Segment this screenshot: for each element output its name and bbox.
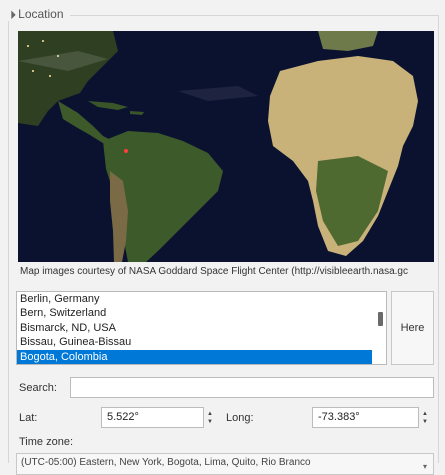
timezone-dropdown[interactable]: (UTC-05:00) Eastern, New York, Bogota, L… (16, 453, 434, 475)
here-button[interactable]: Here (391, 291, 434, 365)
location-list[interactable]: Berlin, Germany Bern, Switzerland Bismar… (16, 291, 387, 365)
lat-spinner[interactable]: ▲ ▼ (204, 407, 216, 428)
search-input[interactable] (70, 377, 434, 398)
location-group-header[interactable]: ◢ Location (6, 7, 70, 21)
location-marker (124, 149, 128, 153)
long-spinner[interactable]: ▲ ▼ (419, 407, 431, 428)
timezone-value: (UTC-05:00) Eastern, New York, Bogota, L… (21, 457, 311, 468)
chevron-down-icon[interactable]: ▾ (423, 458, 427, 474)
world-map[interactable] (18, 31, 434, 262)
spin-down-icon[interactable]: ▼ (207, 418, 213, 426)
list-item[interactable]: Bissau, Guinea-Bissau (17, 335, 372, 349)
search-label: Search: (19, 382, 57, 394)
lat-field[interactable]: 5.522° (101, 407, 204, 428)
list-scrollbar-thumb[interactable] (378, 312, 383, 326)
spin-down-icon[interactable]: ▼ (422, 418, 428, 426)
map-credit: Map images courtesy of NASA Goddard Spac… (20, 266, 408, 277)
spin-up-icon[interactable]: ▲ (422, 410, 428, 418)
list-item-selected[interactable]: Bogota, Colombia (17, 349, 372, 364)
timezone-label: Time zone: (19, 436, 74, 448)
list-item[interactable]: Berlin, Germany (17, 292, 372, 306)
long-field[interactable]: -73.383° (312, 407, 419, 428)
location-group-title: Location (18, 7, 64, 21)
collapse-chevron-icon[interactable]: ◢ (6, 9, 17, 20)
spin-up-icon[interactable]: ▲ (207, 410, 213, 418)
world-map-image (18, 31, 434, 262)
list-item[interactable]: Bern, Switzerland (17, 306, 372, 320)
list-item[interactable]: Bismarck, ND, USA (17, 321, 372, 335)
lat-label: Lat: (19, 412, 38, 424)
long-label: Long: (226, 412, 254, 424)
